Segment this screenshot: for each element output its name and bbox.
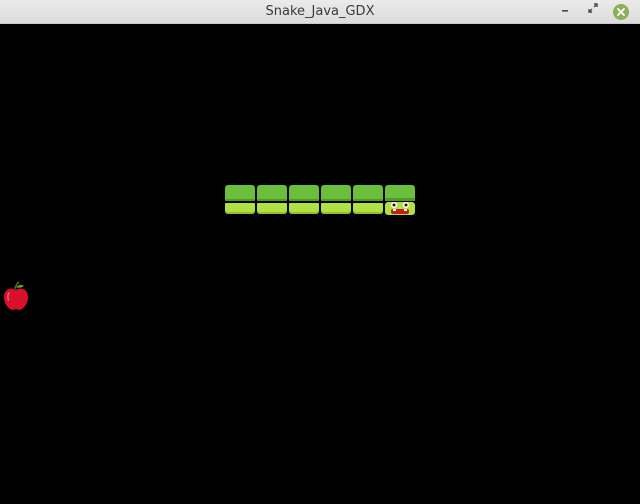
- snake-head-icon: [385, 185, 415, 215]
- apple-icon: [3, 281, 29, 311]
- maximize-button[interactable]: [584, 3, 602, 21]
- snake-body-segment: [289, 185, 319, 215]
- minimize-icon: [562, 10, 568, 12]
- game-canvas[interactable]: [0, 24, 640, 504]
- app-window: Snake_Java_GDX: [0, 0, 640, 504]
- close-button[interactable]: [613, 4, 629, 20]
- snake-body-segment: [353, 185, 383, 215]
- minimize-button[interactable]: [556, 3, 574, 21]
- snake-body-segment: [257, 185, 287, 215]
- title-bar[interactable]: Snake_Java_GDX: [0, 0, 640, 24]
- snake-body-segment: [321, 185, 351, 215]
- close-icon: [617, 8, 625, 16]
- window-title: Snake_Java_GDX: [265, 4, 375, 19]
- snake-body-segment: [225, 185, 255, 215]
- restore-icon: [588, 3, 598, 13]
